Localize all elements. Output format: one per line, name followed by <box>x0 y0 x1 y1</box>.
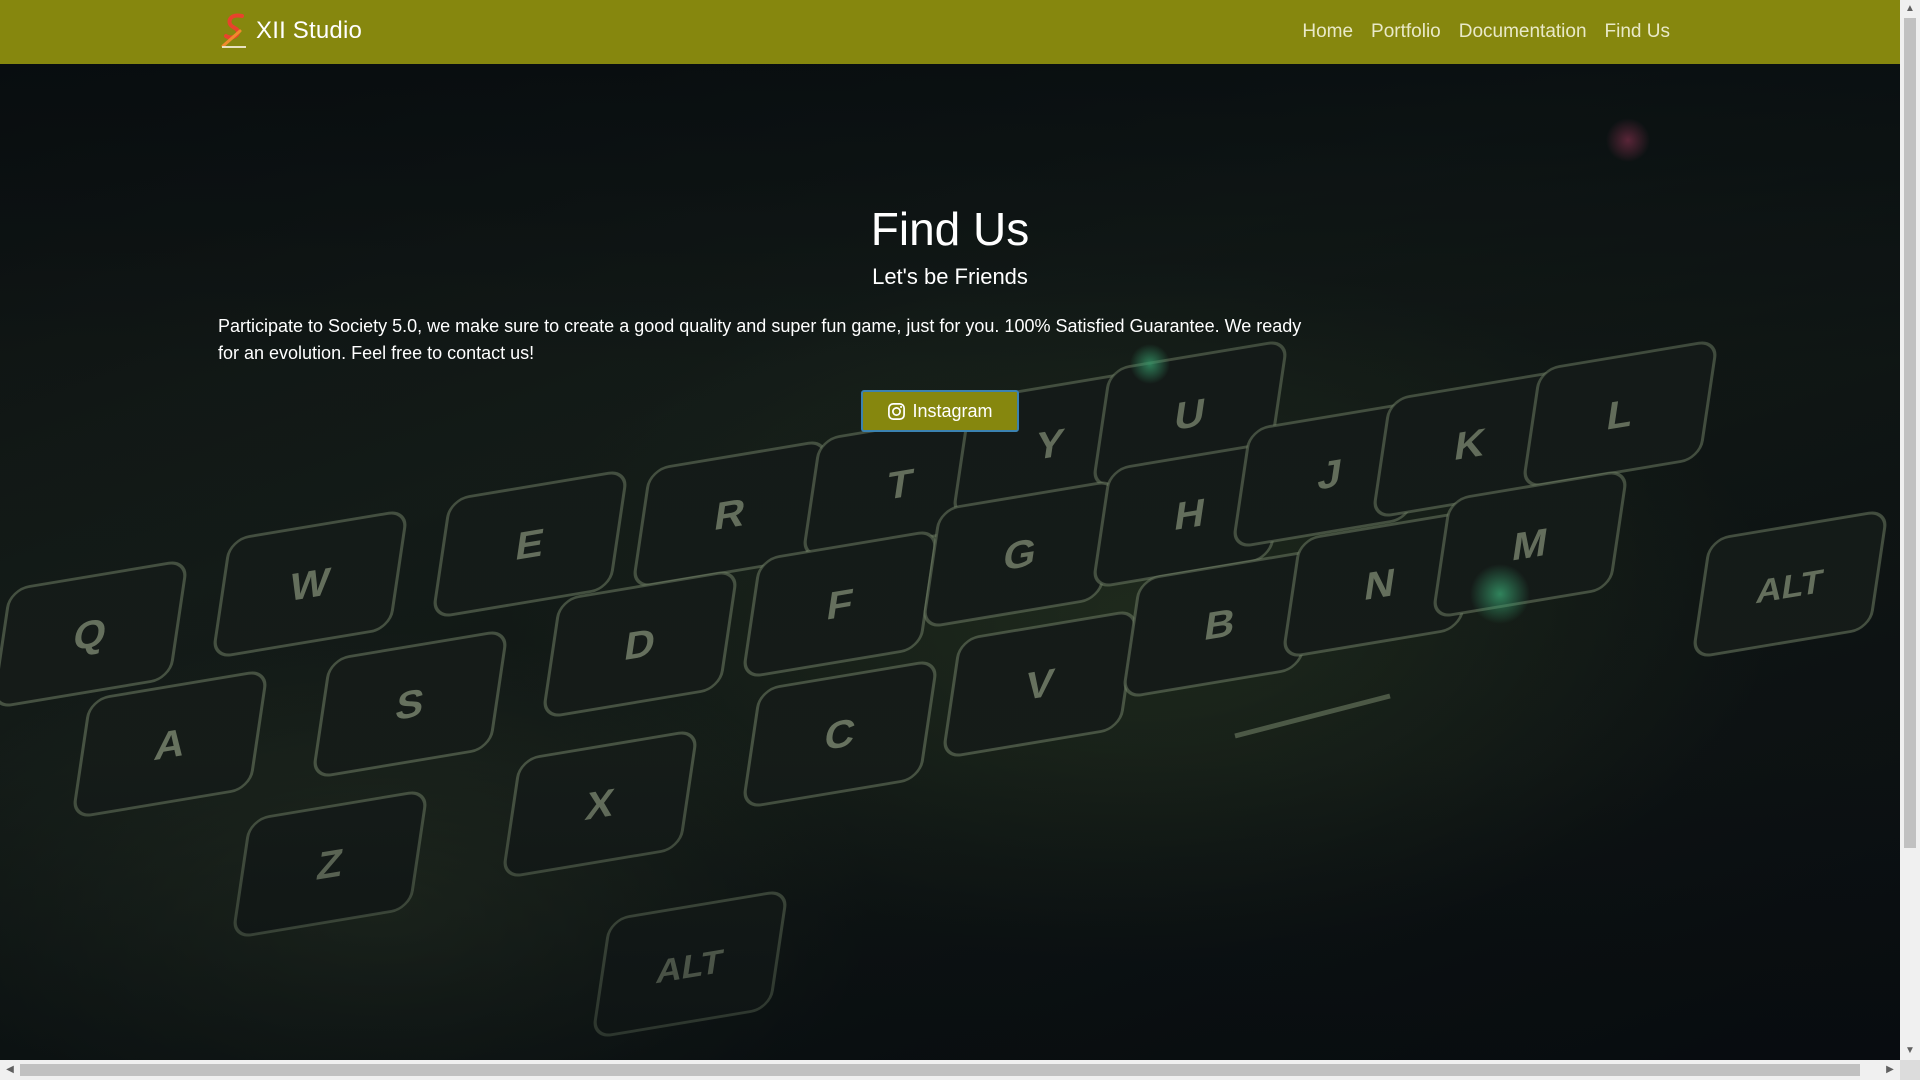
vertical-scrollbar[interactable]: ▲ ▼ <box>1900 0 1920 1060</box>
navbar: XII Studio Home Portfolio Documentation … <box>0 0 1900 64</box>
nav-documentation[interactable]: Documentation <box>1459 21 1587 42</box>
brand-name: XII Studio <box>256 17 363 44</box>
studio-logo-icon <box>221 13 246 48</box>
instagram-button[interactable]: Instagram <box>861 390 1019 432</box>
scroll-down-icon[interactable]: ▼ <box>1900 1042 1920 1060</box>
scroll-left-icon[interactable]: ◀ <box>0 1060 20 1080</box>
instagram-button-label: Instagram <box>912 400 993 421</box>
scroll-up-icon[interactable]: ▲ <box>1900 0 1920 18</box>
instagram-icon <box>888 402 906 420</box>
scrollbar-corner <box>1900 1060 1920 1080</box>
nav-portfolio[interactable]: Portfolio <box>1371 21 1441 42</box>
nav-home[interactable]: Home <box>1302 21 1353 42</box>
page-title: Find Us <box>870 203 1030 255</box>
nav-find-us[interactable]: Find Us <box>1605 21 1670 42</box>
horizontal-scrollbar[interactable]: ◀ ▶ <box>0 1060 1900 1080</box>
page-description: Participate to Society 5.0, we make sure… <box>218 316 1302 363</box>
brand-link[interactable]: XII Studio <box>220 13 362 49</box>
vertical-scroll-thumb[interactable] <box>1904 18 1916 848</box>
scroll-right-icon[interactable]: ▶ <box>1880 1060 1900 1080</box>
horizontal-scroll-thumb[interactable] <box>20 1064 1860 1076</box>
page-subtitle: Let's be Friends <box>872 264 1028 289</box>
nav-menu: Home Portfolio Documentation Find Us <box>1302 0 1670 64</box>
